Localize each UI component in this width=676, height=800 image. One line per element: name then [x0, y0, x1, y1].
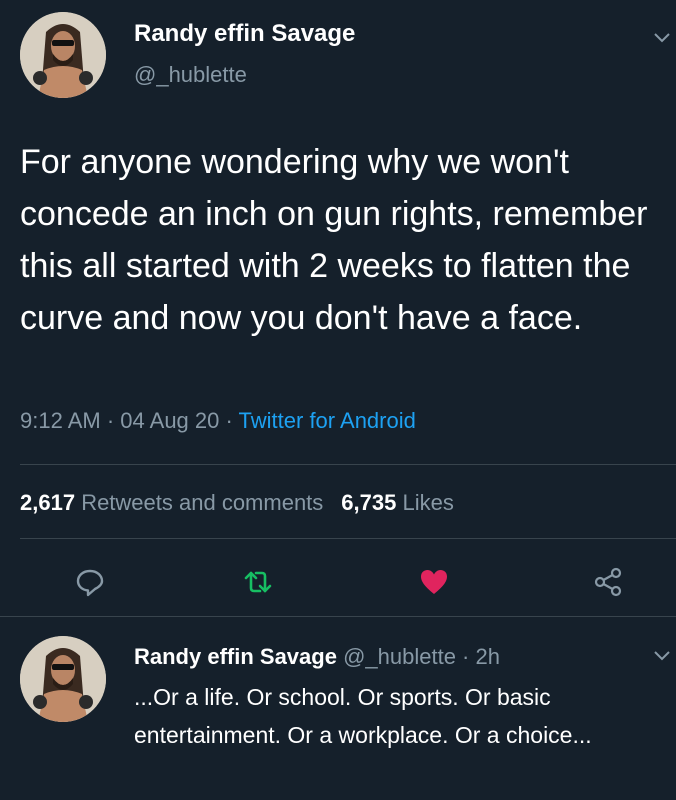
likes-stat[interactable]: 6,735 Likes — [341, 490, 454, 515]
avatar-image — [20, 12, 106, 98]
retweet-arrows-icon[interactable] — [242, 566, 274, 598]
meta-separator: · — [455, 644, 476, 669]
reply-display-name[interactable]: Randy effin Savage — [134, 644, 337, 669]
reply-handle[interactable]: @_hublette — [343, 644, 456, 669]
retweets-count: 2,617 — [20, 490, 76, 515]
divider — [20, 538, 676, 539]
user-handle[interactable]: @_hublette — [134, 62, 247, 88]
retweets-stat[interactable]: 2,617 Retweets and comments — [20, 490, 323, 515]
chevron-down-icon[interactable] — [652, 648, 672, 662]
share-nodes-icon[interactable] — [592, 566, 624, 598]
speech-bubble-icon[interactable] — [74, 566, 106, 598]
meta-separator: · — [219, 408, 239, 433]
retweets-label: Retweets and comments — [81, 490, 324, 515]
engagement-stats: 2,617 Retweets and comments 6,735 Likes — [20, 490, 454, 516]
tweet-time: 9:12 AM — [20, 408, 101, 433]
reply-age: 2h — [475, 644, 500, 669]
tweet-source-link[interactable]: Twitter for Android — [239, 408, 416, 433]
reply-avatar[interactable] — [20, 636, 106, 722]
tweet-date: 04 Aug 20 — [120, 408, 220, 433]
tweet-text: For anyone wondering why we won't conced… — [20, 143, 648, 337]
avatar-image — [20, 636, 106, 722]
meta-separator: · — [100, 408, 121, 433]
divider — [20, 464, 676, 465]
divider — [0, 616, 676, 617]
reply-text: ...Or a life. Or school. Or sports. Or b… — [134, 684, 592, 748]
heart-icon[interactable] — [418, 566, 450, 598]
likes-count: 6,735 — [341, 490, 397, 515]
tweet-meta: 9:12 AM · 04 Aug 20 · Twitter for Androi… — [20, 408, 416, 434]
avatar[interactable] — [20, 12, 106, 98]
reply-header: Randy effin Savage @_hublette · 2h — [134, 644, 500, 670]
likes-label: Likes — [402, 490, 454, 515]
chevron-down-icon[interactable] — [652, 30, 672, 44]
display-name[interactable]: Randy effin Savage — [134, 20, 355, 48]
